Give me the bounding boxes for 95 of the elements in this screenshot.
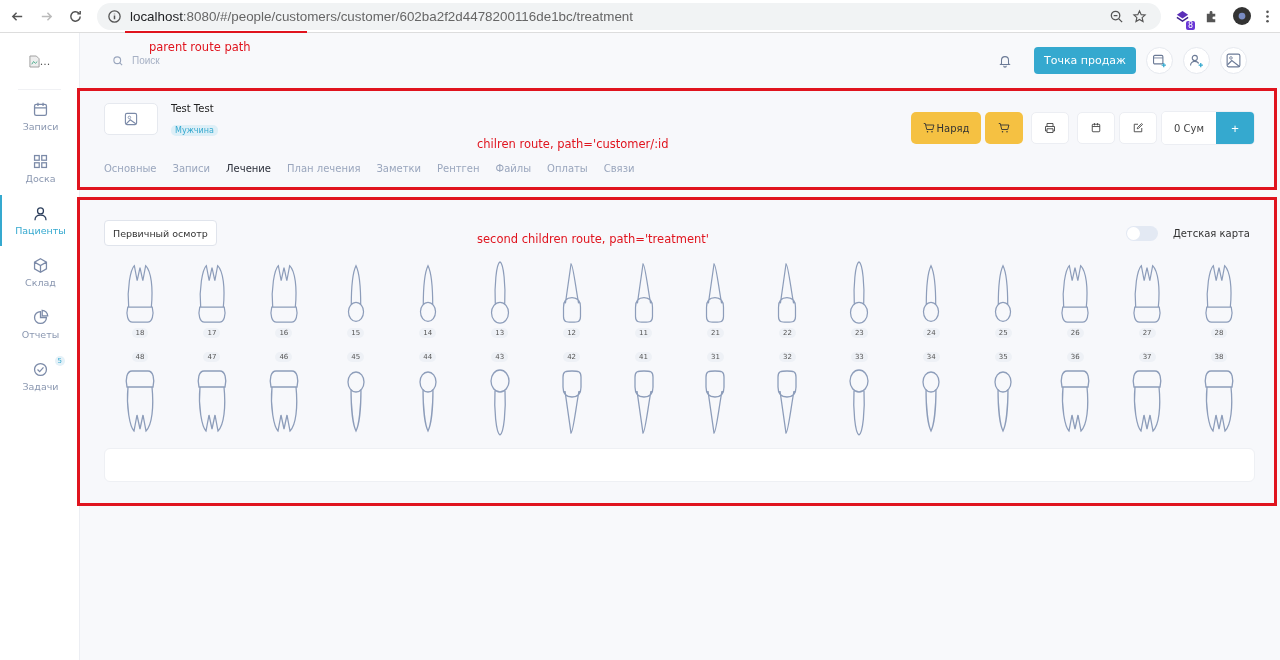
reload-icon[interactable]	[68, 8, 83, 24]
tab[interactable]: План лечения	[287, 163, 361, 174]
broken-image-icon	[28, 54, 40, 68]
point-of-sale-button[interactable]: Точка продаж	[1034, 47, 1136, 74]
balance-amount: 0 Сум	[1162, 112, 1216, 144]
tooth-drawing[interactable]	[849, 369, 869, 436]
tab[interactable]: Файлы	[495, 163, 532, 174]
search-field[interactable]: Поиск	[130, 54, 274, 67]
user-plus-icon	[1188, 52, 1205, 69]
calendar-button[interactable]	[1077, 112, 1115, 144]
add-patient-button[interactable]	[1183, 47, 1210, 74]
search-icon	[112, 54, 124, 67]
tooth-drawing[interactable]	[1060, 370, 1090, 432]
add-appointment-button[interactable]	[1146, 47, 1173, 74]
image-icon	[123, 111, 139, 127]
edit-icon	[1132, 122, 1144, 134]
tooth-drawing[interactable]	[1204, 370, 1234, 432]
tooth-drawing[interactable]	[125, 370, 155, 432]
printer-icon	[1044, 122, 1056, 134]
tooth-drawing[interactable]	[1132, 370, 1162, 432]
tooth-drawing[interactable]	[1061, 265, 1089, 323]
zoom-out-icon[interactable]	[1109, 8, 1124, 24]
tooth-drawing[interactable]	[1133, 265, 1161, 323]
star-icon[interactable]	[1132, 8, 1147, 24]
calendar-icon	[1090, 122, 1102, 134]
tab[interactable]: Рентген	[437, 163, 480, 174]
toggle-switch[interactable]	[1125, 225, 1158, 241]
pie-icon	[32, 309, 49, 326]
tooth-drawing[interactable]	[994, 371, 1012, 432]
tooth-drawing[interactable]	[347, 371, 365, 432]
annotation-text: chilren route, path='customer/:id	[477, 137, 669, 151]
box-icon	[32, 257, 49, 274]
tooth-drawing[interactable]	[922, 371, 940, 432]
cart-icon	[922, 122, 935, 134]
edit-button[interactable]	[1119, 112, 1157, 144]
bell-icon[interactable]	[998, 53, 1012, 68]
sidebar-item[interactable]: Склад	[0, 247, 79, 298]
patient-photo-placeholder[interactable]	[104, 103, 158, 135]
tooth-drawing[interactable]	[347, 265, 364, 322]
sidebar-item[interactable]: Записи	[0, 91, 79, 142]
tooth-drawing[interactable]	[634, 263, 653, 323]
extension-badge: 8	[1185, 20, 1195, 30]
address-bar[interactable]: localhost:8080/#/people/customers/customer/602ba2f2d4478200116de1bc/treatment	[97, 2, 1161, 30]
print-button[interactable]	[1031, 112, 1069, 144]
info-icon[interactable]	[107, 8, 122, 24]
check-icon	[32, 361, 49, 378]
tooth-drawing[interactable]	[197, 370, 227, 432]
tab[interactable]: Записи	[172, 163, 211, 174]
tab[interactable]: Лечение	[226, 163, 271, 174]
tooth-drawing[interactable]	[777, 370, 798, 434]
work-order-button[interactable]: Наряд	[911, 112, 981, 144]
tooth-drawing[interactable]	[923, 265, 940, 322]
tab[interactable]: Основные	[104, 163, 157, 174]
grid-icon	[32, 153, 49, 170]
calendar-plus-icon	[1151, 52, 1168, 69]
profile-avatar-icon[interactable]	[1233, 7, 1251, 25]
add-payment-button[interactable]: +	[1216, 112, 1254, 144]
gallery-button[interactable]	[1220, 47, 1247, 74]
tooth-drawing[interactable]	[269, 370, 299, 432]
tooth-drawing[interactable]	[490, 261, 509, 324]
tooth-drawing[interactable]	[198, 265, 226, 323]
extension-icon[interactable]	[1175, 8, 1190, 24]
logo-alt-text: ...	[39, 54, 51, 68]
menu-icon[interactable]	[1265, 8, 1270, 24]
tooth-drawing[interactable]	[778, 263, 797, 323]
tooth-drawing[interactable]	[995, 265, 1012, 322]
tooth-drawing[interactable]	[705, 370, 726, 434]
tooth-drawing[interactable]	[490, 369, 510, 436]
calendar-icon	[32, 101, 49, 118]
sidebar-item[interactable]: Доска	[0, 143, 79, 194]
image-icon	[1225, 52, 1242, 69]
tooth-drawing[interactable]	[419, 371, 437, 432]
sidebar-item[interactable]: Отчеты	[0, 299, 79, 350]
tooth-drawing[interactable]	[633, 370, 654, 434]
toggle-label: Детская карта	[1172, 227, 1250, 239]
patient-name: Test Test	[171, 103, 214, 114]
tooth-drawing[interactable]	[561, 370, 582, 434]
initial-exam-button[interactable]: Первичный осмотр	[104, 220, 217, 246]
url-text: localhost:8080/#/people/customers/customer/602ba2f2d4478200116de1bc/treatment	[130, 8, 633, 24]
annotation-text: second children route, path='treatment'	[477, 232, 709, 246]
tab[interactable]: Связи	[603, 163, 635, 174]
tooth-drawing[interactable]	[126, 265, 154, 323]
cart-button[interactable]	[985, 112, 1023, 144]
tooth-drawing[interactable]	[419, 265, 436, 322]
tab[interactable]: Оплаты	[547, 163, 588, 174]
user-icon	[32, 205, 49, 222]
annotation-text: parent route path	[149, 40, 251, 54]
tooth-drawing[interactable]	[270, 265, 298, 323]
tooth-drawing[interactable]	[706, 263, 725, 323]
gender-tag: Мужчина	[171, 125, 218, 136]
tooth-drawing[interactable]	[850, 261, 869, 324]
tooth-drawing[interactable]	[562, 263, 581, 323]
tab[interactable]: Заметки	[376, 163, 422, 174]
tooth-drawing[interactable]	[1205, 265, 1233, 323]
cart-icon	[998, 122, 1010, 134]
